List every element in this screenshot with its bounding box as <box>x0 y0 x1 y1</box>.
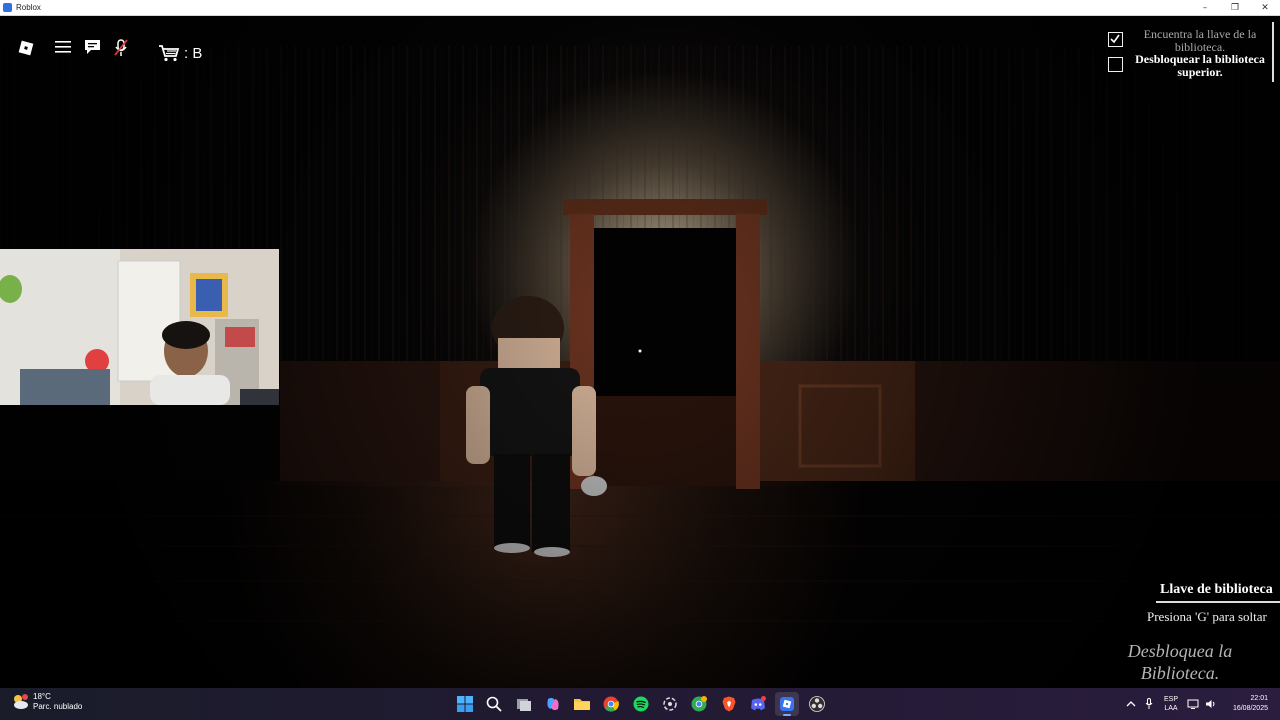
discord-button[interactable] <box>746 692 770 716</box>
webcam-overlay <box>0 249 279 405</box>
chrome-button[interactable] <box>599 692 623 716</box>
objective-checkbox-checked <box>1108 32 1123 47</box>
microphone-muted-icon <box>114 39 128 56</box>
task-view-icon <box>516 699 531 711</box>
input-language-indicator[interactable]: ESP LAA <box>1158 695 1184 713</box>
equipped-tool-name: Llave de biblioteca <box>1160 582 1273 597</box>
lang-line2: LAA <box>1164 705 1178 712</box>
weather-temp: 18°C <box>33 692 51 701</box>
clock-time: 22:01 <box>1250 695 1268 702</box>
system-tray: ESP LAA 22:01 16/08/2025 <box>1122 688 1280 720</box>
roblox-app-icon <box>3 3 12 12</box>
brave-icon <box>722 696 736 712</box>
roblox-menu-button[interactable] <box>16 38 36 58</box>
chrome-icon <box>603 696 620 712</box>
window-title: Roblox <box>16 3 41 12</box>
webcam-feed <box>0 249 279 405</box>
file-explorer-button[interactable] <box>570 692 594 716</box>
task-view-button[interactable] <box>512 692 536 716</box>
objectives-panel: Encuentra la llave de la biblioteca. Des… <box>1108 22 1274 82</box>
weather-desc: Parc. nublado <box>33 702 83 711</box>
chat-button[interactable] <box>83 38 101 56</box>
objective-text-2: Desbloquear la biblioteca superior. <box>1135 52 1265 79</box>
tray-overflow-chevron-icon[interactable] <box>1122 700 1140 708</box>
objective-text-1: Encuentra la llave de la biblioteca. <box>1143 27 1257 54</box>
task-hint-text: Desbloquea la Biblioteca. <box>1127 641 1233 683</box>
taskbar-apps <box>453 692 834 716</box>
system-clock[interactable]: 22:01 16/08/2025 <box>1220 694 1268 714</box>
lang-line1: ESP <box>1163 696 1178 703</box>
spotify-button[interactable] <box>629 692 653 716</box>
weather-widget[interactable]: 18°C Parc. nublado <box>10 692 82 712</box>
minimize-button[interactable]: – <box>1190 0 1220 15</box>
objective-checkbox-unchecked <box>1108 57 1123 72</box>
clock-date: 16/08/2025 <box>1232 705 1268 712</box>
shop-cart-button[interactable]: : B <box>158 44 202 62</box>
maximize-button[interactable]: ❐ <box>1220 0 1250 15</box>
volume-icon[interactable] <box>1202 699 1220 709</box>
tool-drop-hint: Presiona 'G' para soltar <box>1147 609 1267 624</box>
spotify-icon <box>633 696 649 712</box>
microphone-button[interactable] <box>113 38 129 58</box>
copilot-icon <box>547 697 559 711</box>
checkmark-icon <box>1110 34 1120 44</box>
chatgpt-icon <box>663 697 677 711</box>
brave-button[interactable] <box>717 692 741 716</box>
taskbar-search-button[interactable] <box>482 692 506 716</box>
network-icon[interactable] <box>1184 699 1202 709</box>
cart-icon <box>159 45 180 62</box>
chrome-profile-icon <box>691 696 708 712</box>
hamburger-menu-button[interactable] <box>54 38 72 56</box>
roblox-icon <box>780 697 795 711</box>
microphone-tray-icon[interactable] <box>1140 698 1158 710</box>
window-title-bar: Roblox – ❐ ✕ <box>0 0 1280 16</box>
close-button[interactable]: ✕ <box>1250 0 1280 15</box>
search-icon <box>486 696 502 712</box>
discord-icon <box>750 696 766 711</box>
obs-button[interactable] <box>805 692 829 716</box>
objective-item-2: Desbloquear la biblioteca superior. <box>1108 53 1265 79</box>
hamburger-menu-icon <box>55 41 71 53</box>
copilot-button[interactable] <box>541 692 565 716</box>
windows-taskbar: 18°C Parc. nublado ESP LAA 22:01 16/08/2… <box>0 688 1280 720</box>
cart-label: : B <box>184 44 203 62</box>
windows-start-button[interactable] <box>453 692 477 716</box>
roblox-logo-icon <box>18 40 34 56</box>
weather-partly-cloudy-icon <box>10 692 30 712</box>
obs-icon <box>808 696 825 712</box>
windows-start-icon <box>457 696 473 712</box>
chrome-profile-button[interactable] <box>687 692 711 716</box>
tool-divider <box>1156 601 1280 603</box>
game-viewport[interactable]: : B Encuentra la llave de la biblioteca.… <box>0 16 1280 688</box>
chatgpt-button[interactable] <box>658 692 682 716</box>
file-explorer-icon <box>574 699 591 710</box>
chat-icon <box>84 40 100 54</box>
objective-item-1: Encuentra la llave de la biblioteca. <box>1108 28 1265 54</box>
roblox-taskbar-button[interactable] <box>775 692 800 716</box>
